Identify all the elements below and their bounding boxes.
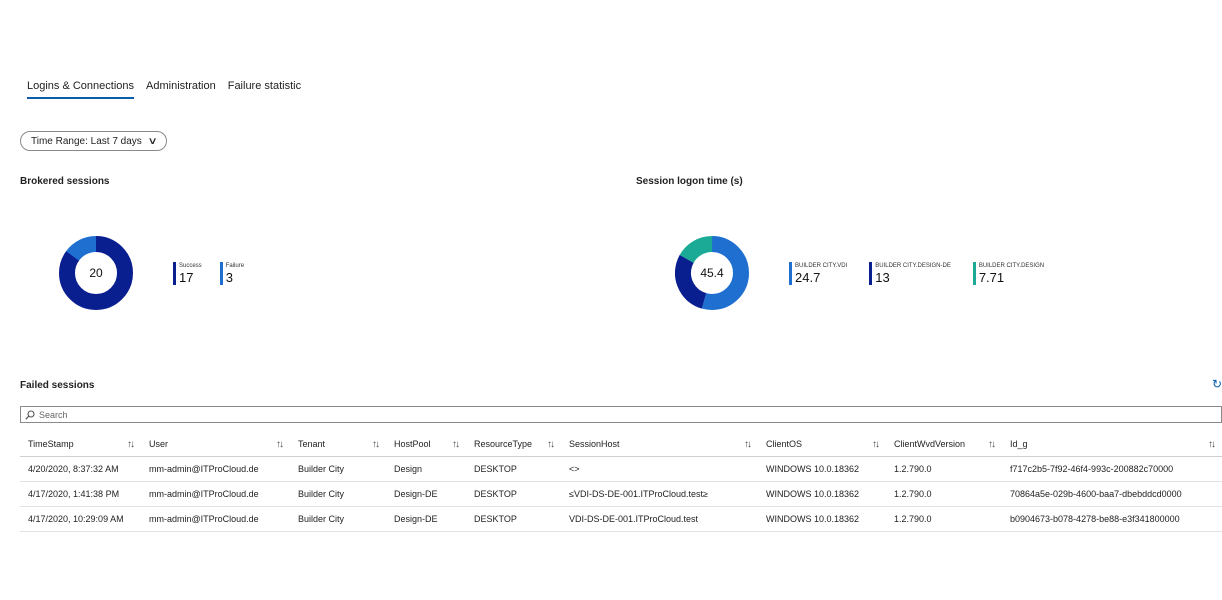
sort-icon[interactable]: ↑↓ xyxy=(127,439,135,450)
chevron-down-icon: ∨ xyxy=(147,135,158,147)
legend-swatch xyxy=(869,262,873,285)
legend-swatch xyxy=(789,262,792,285)
cell-clientos: WINDOWS 10.0.18362 xyxy=(758,481,886,507)
legend-label: Failure xyxy=(225,263,245,269)
failed-sessions-title: Failed sessions xyxy=(20,380,95,391)
sort-icon[interactable]: ↑↓ xyxy=(872,439,880,450)
legend-value: 24.7 xyxy=(795,270,821,285)
cell-id-g: f717c2b5-7f92-46f4-993c-200882c70000 xyxy=(1002,456,1222,482)
brokered-sessions-donut: 20 xyxy=(59,236,133,310)
brokered-sessions-total: 20 xyxy=(89,266,103,280)
legend-label: BUILDER CITY.DESIGN xyxy=(978,263,1045,269)
cell-user: mm-admin@ITProCloud.de xyxy=(141,506,290,532)
legend-item-builder-city-design-de: BUILDER CITY.DESIGN-DE 13 xyxy=(869,262,951,285)
cell-hostpool: Design-DE xyxy=(386,506,466,532)
cell-clientwvdversion: 1.2.790.0 xyxy=(886,481,1002,507)
failed-sessions-table: TimeStamp ↑↓ User ↑↓ Tenant ↑↓ HostPool ↑↓ R… xyxy=(20,432,1222,532)
brokered-sessions-legend: Success 17 Failure 3 xyxy=(173,262,244,285)
column-header-sessionhost[interactable]: SessionHost ↑↓ xyxy=(561,432,758,457)
sort-icon[interactable]: ↑↓ xyxy=(452,439,460,450)
legend-label: Success xyxy=(179,263,202,269)
legend-swatch xyxy=(219,262,223,285)
cell-clientwvdversion: 1.2.790.0 xyxy=(886,456,1002,482)
cell-user: mm-admin@ITProCloud.de xyxy=(141,481,290,507)
cell-id-g: b0904673-b078-4278-be88-e3f341800000 xyxy=(1002,506,1222,532)
legend-label: BUILDER CITY.VDI xyxy=(795,263,848,269)
search-input[interactable] xyxy=(35,409,439,420)
table-row[interactable]: 4/17/2020, 10:29:09 AM mm-admin@ITProClo… xyxy=(20,506,1222,532)
cell-tenant: Builder City xyxy=(290,456,386,482)
tab-administration[interactable]: Administration xyxy=(146,80,216,99)
legend-value: 3 xyxy=(225,270,233,285)
sort-icon[interactable]: ↑↓ xyxy=(988,439,996,450)
tab-failure-statistic[interactable]: Failure statistic xyxy=(228,80,301,99)
legend-item-success: Success 17 xyxy=(173,262,202,285)
column-header-resourcetype[interactable]: ResourceType ↑↓ xyxy=(466,432,561,457)
brokered-sessions-title: Brokered sessions xyxy=(20,176,110,187)
legend-item-builder-city-vdi: BUILDER CITY.VDI 24.7 xyxy=(789,262,847,285)
cell-tenant: Builder City xyxy=(290,481,386,507)
time-range-label: Time Range: Last 7 days xyxy=(31,135,142,147)
session-logon-time-total: 45.4 xyxy=(700,266,724,280)
cell-clientos: WINDOWS 10.0.18362 xyxy=(758,456,886,482)
sort-icon[interactable]: ↑↓ xyxy=(547,439,555,450)
column-header-id-g[interactable]: Id_g ↑↓ xyxy=(1002,432,1222,457)
table-row[interactable]: 4/20/2020, 8:37:32 AM mm-admin@ITProClou… xyxy=(20,456,1222,482)
cell-clientwvdversion: 1.2.790.0 xyxy=(886,506,1002,532)
session-logon-time-legend: BUILDER CITY.VDI 24.7 BUILDER CITY.DESIG… xyxy=(789,262,1044,285)
cell-id-g: 70864a5e-029b-4600-baa7-dbebddcd0000 xyxy=(1002,481,1222,507)
tab-logins-connections[interactable]: Logins & Connections xyxy=(27,80,135,99)
cell-timestamp: 4/17/2020, 1:41:38 PM xyxy=(20,481,141,507)
cell-sessionhost: ≤VDI-DS-DE-001.ITProCloud.test≥ xyxy=(561,481,758,507)
cell-sessionhost: VDI-DS-DE-001.ITProCloud.test xyxy=(561,506,758,532)
cell-sessionhost: <> xyxy=(561,456,758,482)
session-logon-time-donut: 45.4 xyxy=(675,236,749,310)
cell-clientos: WINDOWS 10.0.18362 xyxy=(758,506,886,532)
legend-item-failure: Failure 3 xyxy=(219,262,245,285)
sort-icon[interactable]: ↑↓ xyxy=(276,439,284,450)
legend-swatch xyxy=(173,262,176,285)
column-header-tenant[interactable]: Tenant ↑↓ xyxy=(290,432,386,457)
search-box[interactable] xyxy=(20,406,1222,423)
session-logon-time-title: Session logon time (s) xyxy=(636,176,743,187)
sort-icon[interactable]: ↑↓ xyxy=(744,439,752,450)
cell-user: mm-admin@ITProCloud.de xyxy=(141,456,290,482)
column-header-clientwvdversion[interactable]: ClientWvdVersion ↑↓ xyxy=(886,432,1002,457)
cell-tenant: Builder City xyxy=(290,506,386,532)
time-range-dropdown[interactable]: Time Range: Last 7 days ∨ xyxy=(20,131,168,151)
cell-resourcetype: DESKTOP xyxy=(466,506,561,532)
legend-value: 13 xyxy=(875,270,890,285)
tab-bar: Logins & Connections Administration Fail… xyxy=(27,80,301,99)
cell-hostpool: Design-DE xyxy=(386,481,466,507)
legend-value: 17 xyxy=(179,270,194,285)
refresh-icon[interactable]: ↻ xyxy=(1212,377,1222,391)
cell-timestamp: 4/20/2020, 8:37:32 AM xyxy=(20,456,141,482)
legend-label: BUILDER CITY.DESIGN-DE xyxy=(875,263,951,269)
table-row[interactable]: 4/17/2020, 1:41:38 PM mm-admin@ITProClou… xyxy=(20,481,1222,507)
cell-resourcetype: DESKTOP xyxy=(466,481,561,507)
column-header-clientos[interactable]: ClientOS ↑↓ xyxy=(758,432,886,457)
cell-resourcetype: DESKTOP xyxy=(466,456,561,482)
legend-swatch xyxy=(972,262,976,285)
sort-icon[interactable]: ↑↓ xyxy=(372,439,380,450)
legend-value: 7.71 xyxy=(978,270,1005,285)
column-header-timestamp[interactable]: TimeStamp ↑↓ xyxy=(20,432,141,457)
column-header-user[interactable]: User ↑↓ xyxy=(141,432,290,457)
sort-icon[interactable]: ↑↓ xyxy=(1208,439,1216,450)
cell-timestamp: 4/17/2020, 10:29:09 AM xyxy=(20,506,141,532)
cell-hostpool: Design xyxy=(386,456,466,482)
table-header-row: TimeStamp ↑↓ User ↑↓ Tenant ↑↓ HostPool ↑↓ R… xyxy=(20,432,1222,457)
column-header-hostpool[interactable]: HostPool ↑↓ xyxy=(386,432,466,457)
search-icon xyxy=(25,409,35,420)
legend-item-builder-city-design: BUILDER CITY.DESIGN 7.71 xyxy=(972,262,1045,285)
